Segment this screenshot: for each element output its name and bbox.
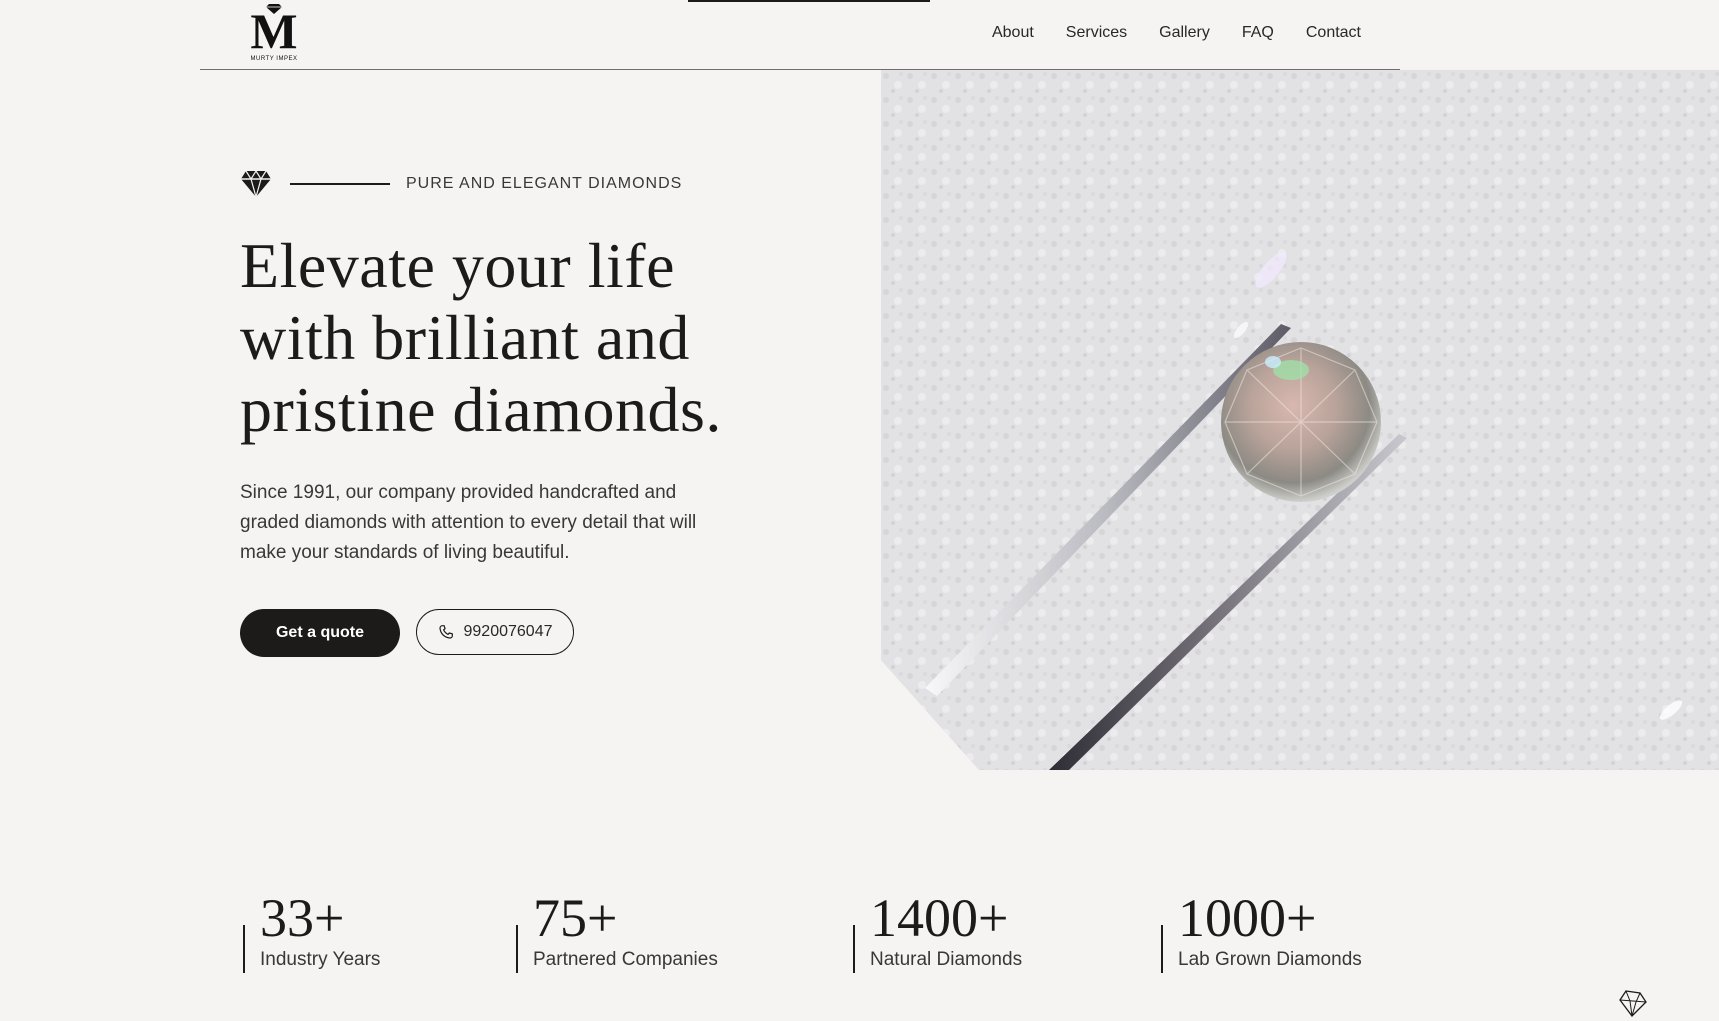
main-nav: About Services Gallery FAQ Contact xyxy=(992,24,1361,42)
stat-label: Natural Diamonds xyxy=(870,949,1023,970)
phone-number: 9920076047 xyxy=(463,623,553,640)
nav-gallery[interactable]: Gallery xyxy=(1159,24,1210,42)
nav-about[interactable]: About xyxy=(992,24,1034,42)
phone-icon xyxy=(438,625,453,639)
hero-title-line-3: pristine diamonds. xyxy=(240,374,722,445)
phone-button[interactable]: 9920076047 xyxy=(416,609,574,655)
hero-diamond-image xyxy=(881,70,1719,770)
stat-label: Lab Grown Diamonds xyxy=(1178,949,1362,970)
diamond-tweezers-illustration xyxy=(881,70,1719,770)
stat-value: 1000+ xyxy=(1178,888,1317,948)
site-header: M MURTY IMPEX About Services Gallery FAQ… xyxy=(200,0,1400,70)
logo-gem-icon xyxy=(265,4,282,14)
hero-title: Elevate your life with brilliant and pri… xyxy=(240,230,840,446)
nav-contact[interactable]: Contact xyxy=(1306,24,1361,42)
eyebrow-divider xyxy=(290,183,390,185)
eyebrow-text: PURE AND ELEGANT DIAMONDS xyxy=(406,175,683,192)
hero-title-line-1: Elevate your life xyxy=(240,230,675,301)
stat-divider xyxy=(516,925,518,973)
stat-label: Industry Years xyxy=(260,949,381,970)
diamond-icon xyxy=(241,170,271,198)
stat-divider xyxy=(853,925,855,973)
logo-mark: M xyxy=(250,4,298,56)
nav-services[interactable]: Services xyxy=(1066,24,1127,42)
brand-logo[interactable]: M MURTY IMPEX xyxy=(246,4,302,64)
hero-description: Since 1991, our company provided handcra… xyxy=(240,482,697,563)
stat-value: 1400+ xyxy=(870,888,1009,948)
stat-label: Partnered Companies xyxy=(533,949,718,970)
get-quote-button[interactable]: Get a quote xyxy=(240,609,400,657)
stat-divider xyxy=(243,925,245,973)
stat-value: 75+ xyxy=(533,888,618,948)
stat-divider xyxy=(1161,925,1163,973)
nav-faq[interactable]: FAQ xyxy=(1242,24,1274,42)
diamond-outline-icon[interactable] xyxy=(1618,988,1648,1018)
hero-eyebrow: PURE AND ELEGANT DIAMONDS xyxy=(240,170,682,198)
stat-value: 33+ xyxy=(260,888,345,948)
hero-title-line-2: with brilliant and xyxy=(240,302,690,373)
